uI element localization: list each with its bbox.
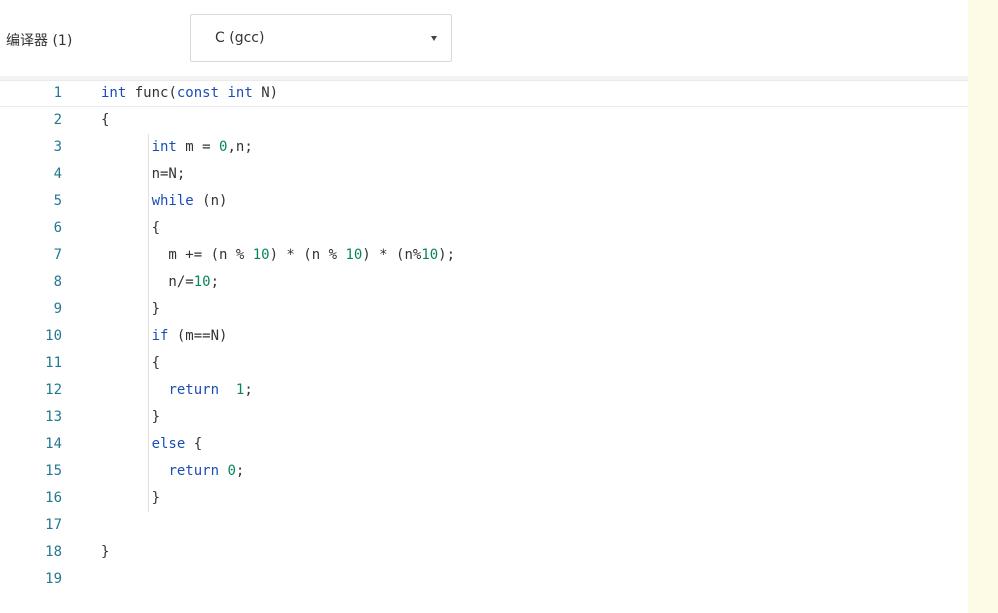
line-number: 19 — [45, 571, 62, 587]
line-number: 4 — [53, 166, 62, 182]
line-code: } — [101, 409, 161, 425]
code-editor[interactable]: 1 int func(const int N) 2{3 int m = 0,n; 4 … — [0, 76, 968, 613]
line-code: n=N; — [101, 166, 186, 182]
code-line[interactable]: 14 else { — [0, 431, 968, 458]
indent-guide — [148, 134, 149, 512]
line-number: 16 — [45, 490, 62, 506]
compiler-label: 编译器 (1) — [6, 33, 73, 49]
code-line[interactable]: 13 } — [0, 404, 968, 431]
line-code: } — [101, 301, 161, 317]
line-number: 13 — [45, 409, 62, 425]
line-code: { — [101, 112, 110, 128]
code-line[interactable]: 18} — [0, 539, 968, 566]
line-number: 17 — [45, 517, 62, 533]
code-line[interactable]: 8 n/=10; — [0, 269, 968, 296]
code-line[interactable]: 4 n=N; — [0, 161, 968, 188]
line-number: 15 — [45, 463, 62, 479]
line-number: 11 — [45, 355, 62, 371]
code-line[interactable]: 7 m += (n % 10) * (n % 10) * (n%10); — [0, 242, 968, 269]
line-code: else { — [151, 436, 203, 452]
code-line[interactable]: 11 { — [0, 350, 968, 377]
code-lines: 1 int func(const int N) 2{3 int m = 0,n; 4 … — [0, 80, 968, 593]
line-code: n/=10; — [168, 274, 220, 290]
code-line[interactable]: 5 while (n) — [0, 188, 968, 215]
line-code: } — [101, 544, 110, 560]
line-code: int m = 0,n; — [151, 139, 253, 155]
dropdown-arrow-icon — [431, 36, 437, 41]
code-line[interactable]: 19 — [0, 566, 968, 593]
line-number: 1 — [53, 85, 62, 101]
compiler-select-value: C (gcc) — [215, 30, 265, 46]
code-line[interactable]: 10 if (m==N) — [0, 323, 968, 350]
code-line[interactable]: 15 return 0; — [0, 458, 968, 485]
code-line[interactable]: 2{ — [0, 107, 968, 134]
line-code: return 0; — [168, 463, 245, 479]
line-code: return 1; — [168, 382, 253, 398]
line-number: 10 — [45, 328, 62, 344]
line-number: 5 — [53, 193, 62, 209]
line-code: if (m==N) — [151, 328, 228, 344]
code-line[interactable]: 9 } — [0, 296, 968, 323]
code-line[interactable]: 3 int m = 0,n; — [0, 134, 968, 161]
line-number: 2 — [53, 112, 62, 128]
code-line[interactable]: 12 return 1; — [0, 377, 968, 404]
line-code: m += (n % 10) * (n % 10) * (n%10); — [101, 247, 456, 263]
line-number: 7 — [53, 247, 62, 263]
line-code: while (n) — [151, 193, 228, 209]
line-number: 18 — [45, 544, 62, 560]
side-panel — [968, 0, 998, 613]
code-line[interactable]: 6 { — [0, 215, 968, 242]
line-code: int func(const int N) — [101, 85, 279, 101]
line-code: } — [101, 490, 161, 506]
line-number: 8 — [53, 274, 62, 290]
line-number: 3 — [53, 139, 62, 155]
compiler-select[interactable]: C (gcc) — [190, 14, 452, 62]
line-number: 14 — [45, 436, 62, 452]
line-code: { — [101, 220, 161, 236]
code-line[interactable]: 17 — [0, 512, 968, 539]
code-line[interactable]: 16 } — [0, 485, 968, 512]
line-code: { — [101, 355, 161, 371]
line-number: 12 — [45, 382, 62, 398]
line-number: 6 — [53, 220, 62, 236]
code-line[interactable]: 1 int func(const int N) — [0, 80, 968, 107]
line-number: 9 — [53, 301, 62, 317]
